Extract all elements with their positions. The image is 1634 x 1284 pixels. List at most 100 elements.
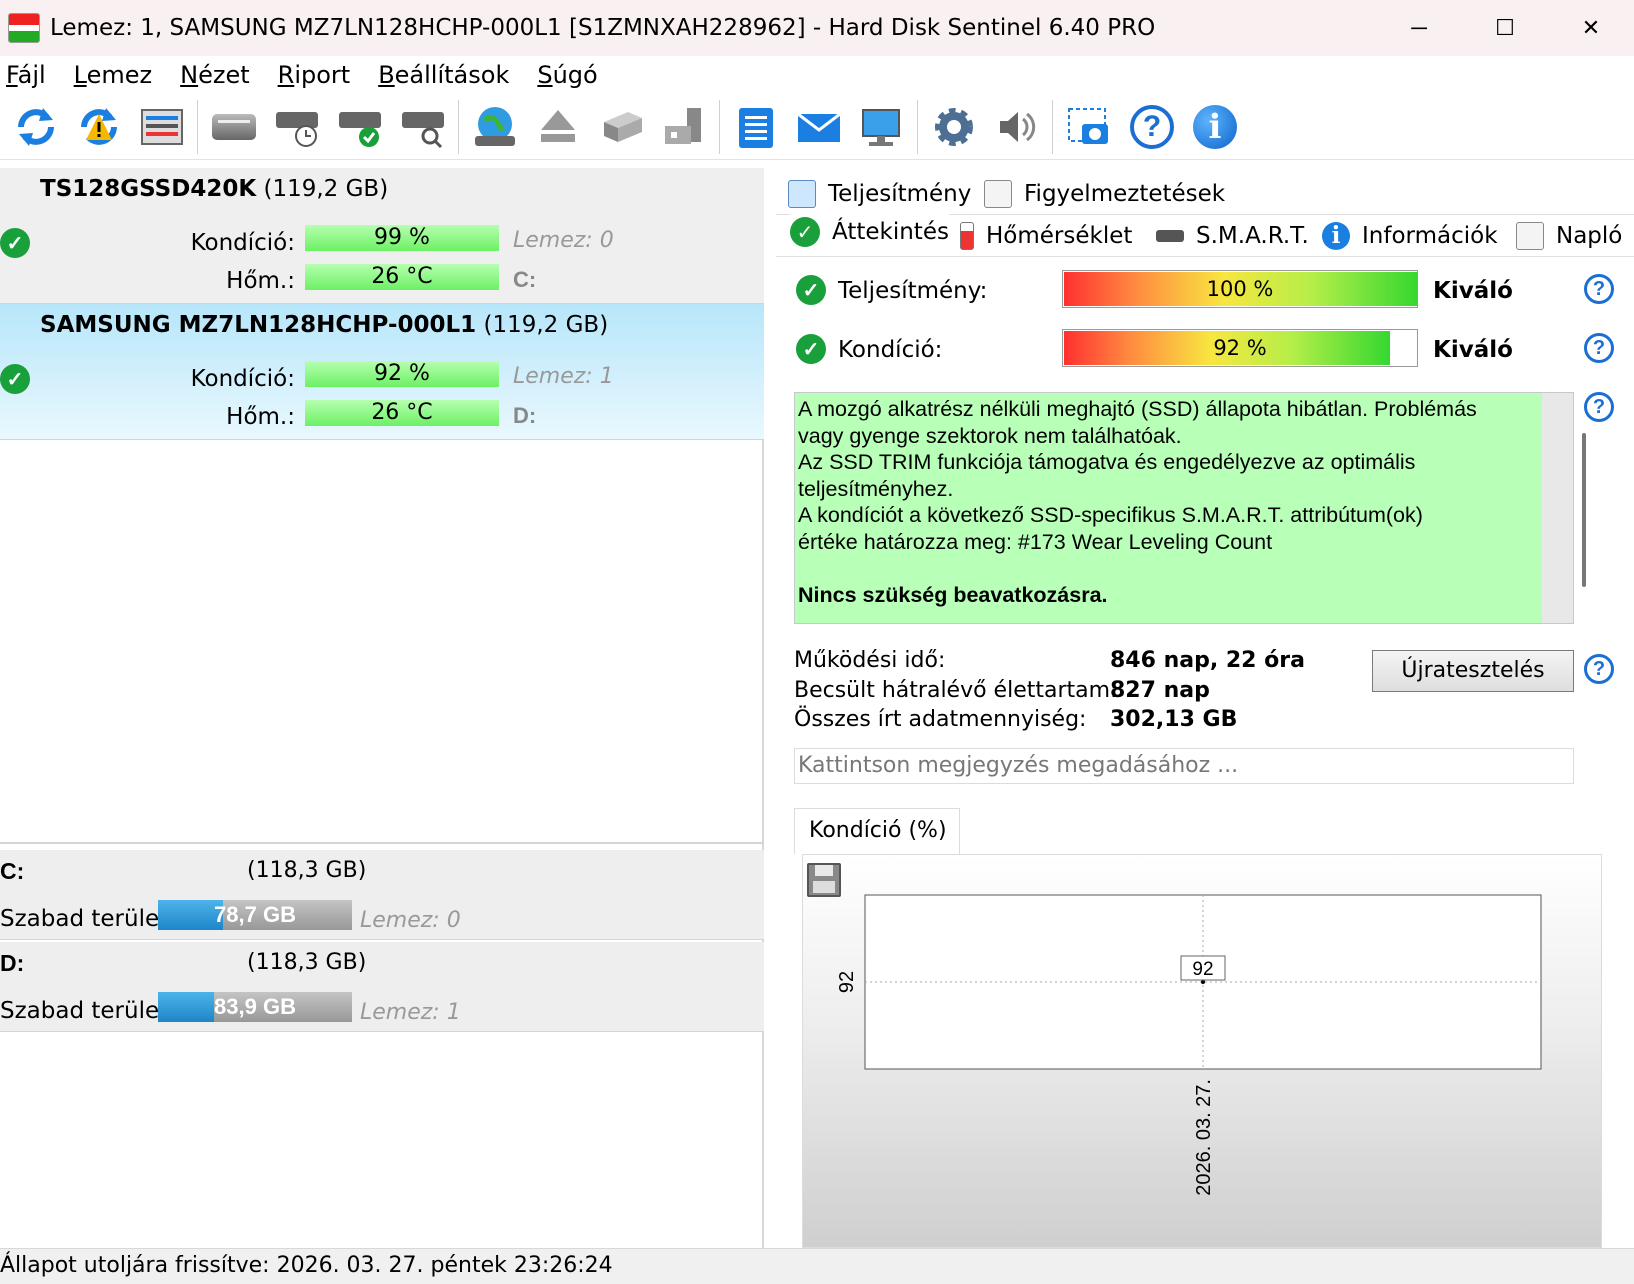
help-icon[interactable]: ? xyxy=(1584,392,1614,422)
volume-entry-c[interactable]: C: (118,3 GB) Szabad terület 78,7 GB Lem… xyxy=(0,850,764,940)
disk-ref: Lemez: 1 xyxy=(513,364,614,389)
chart-tab-condition[interactable]: Kondíció (%) xyxy=(794,808,960,854)
info-icon[interactable]: i xyxy=(1190,101,1240,153)
gear-icon[interactable] xyxy=(929,101,979,153)
drive-letter: D: xyxy=(513,403,537,428)
disk-entry-0[interactable]: TS128GSSD420K (119,2 GB) ✓ Kondíció: 99 … xyxy=(0,168,764,304)
condition-bar: 92 % xyxy=(1062,329,1418,367)
data-label: 92 xyxy=(1192,959,1213,980)
document-icon xyxy=(1516,222,1544,250)
refresh-warning-icon[interactable] xyxy=(74,101,124,153)
tab-warnings[interactable]: Figyelmeztetések xyxy=(984,174,1225,214)
help-icon[interactable]: ? xyxy=(1584,654,1614,684)
window-title: Lemez: 1, SAMSUNG MZ7LN128HCHP-000L1 [S1… xyxy=(50,15,1156,41)
disk-timer-icon[interactable] xyxy=(272,101,322,153)
retest-button[interactable]: Újratesztelés xyxy=(1372,650,1574,692)
tab-label: Hőmérséklet xyxy=(986,223,1133,249)
menu-help[interactable]: Súgó xyxy=(537,61,597,89)
condition-rating: Kiváló xyxy=(1433,337,1513,363)
message-line: A mozgó alkatrész nélküli meghajtó (SSD)… xyxy=(798,397,1477,421)
condition-chart: 92 92 2026. 03. 27. xyxy=(802,854,1602,1248)
disk-name: TS128GSSD420K xyxy=(40,176,257,202)
menu-report[interactable]: Riport xyxy=(278,61,351,89)
tab-label: Figyelmeztetések xyxy=(1024,181,1226,207)
maximize-button[interactable]: ☐ xyxy=(1462,0,1548,56)
message-scrollbar[interactable] xyxy=(1582,433,1586,587)
tab-label: Teljesítmény xyxy=(828,181,972,207)
free-space-value: 83,9 GB xyxy=(214,994,296,1019)
condition-label: Kondíció: xyxy=(838,337,943,363)
volume-size: (118,3 GB) xyxy=(247,858,367,883)
message-line: értéke határozza meg: #173 Wear Leveling… xyxy=(798,529,1273,554)
y-tick-label: 92 xyxy=(836,971,858,993)
speaker-icon[interactable] xyxy=(992,101,1042,153)
volume-entry-d[interactable]: D: (118,3 GB) Szabad terület 83,9 GB Lem… xyxy=(0,942,764,1032)
menu-disk[interactable]: Lemez xyxy=(74,61,152,89)
chart-icon xyxy=(788,180,816,208)
performance-rating: Kiváló xyxy=(1433,278,1513,304)
temp-label: Hőm.: xyxy=(226,404,295,430)
tab-overview[interactable]: ✓ Áttekintés xyxy=(790,212,949,252)
document-icon xyxy=(984,180,1012,208)
condition-label: Kondíció: xyxy=(190,230,295,256)
tab-label: S.M.A.R.T. xyxy=(1196,223,1309,249)
tab-label: Napló xyxy=(1556,223,1623,249)
monitor-icon[interactable] xyxy=(857,101,907,153)
disk-entry-1[interactable]: SAMSUNG MZ7LN128HCHP-000L1 (119,2 GB) ✓ … xyxy=(0,304,764,440)
disk-ref: Lemez: 1 xyxy=(360,1000,461,1025)
x-tick-label: 2026. 03. 27. xyxy=(1193,1079,1215,1196)
performance-bar: 100 % xyxy=(1062,270,1418,308)
menu-file[interactable]: Fájl xyxy=(6,61,46,89)
toolbar-separator xyxy=(917,99,918,154)
notepad-icon[interactable] xyxy=(731,101,781,153)
minimize-button[interactable]: ─ xyxy=(1376,0,1462,56)
help-icon[interactable]: ? xyxy=(1584,274,1614,304)
disk-name: SAMSUNG MZ7LN128HCHP-000L1 xyxy=(40,312,477,338)
panel-divider xyxy=(0,842,764,844)
tab-log[interactable]: Napló xyxy=(1516,216,1622,256)
drive-list-icon[interactable] xyxy=(137,101,187,153)
tab-divider xyxy=(776,256,1634,257)
screenshot-icon[interactable] xyxy=(1064,101,1114,153)
disk-tools-icon[interactable] xyxy=(659,101,709,153)
temp-bar: 26 °C xyxy=(305,400,499,426)
eject-icon[interactable] xyxy=(533,101,583,153)
free-space-bar: 78,7 GB xyxy=(158,900,352,930)
ok-check-icon: ✓ xyxy=(790,217,820,247)
condition-bar: 92 % xyxy=(305,361,499,387)
tab-smart[interactable]: S.M.A.R.T. xyxy=(1156,216,1309,256)
temp-bar: 26 °C xyxy=(305,264,499,290)
info-icon: i xyxy=(1322,222,1350,250)
menu-settings[interactable]: Beállítások xyxy=(378,61,509,89)
close-button[interactable]: ✕ xyxy=(1548,0,1634,56)
status-message: A mozgó alkatrész nélküli meghajtó (SSD)… xyxy=(795,393,1542,623)
tab-temperature[interactable]: Hőmérséklet xyxy=(960,216,1132,256)
help-icon[interactable]: ? xyxy=(1584,333,1614,363)
message-conclusion: Nincs szükség beavatkozásra. xyxy=(798,582,1108,607)
disk-search-icon[interactable] xyxy=(398,101,448,153)
free-space-value: 78,7 GB xyxy=(214,902,296,927)
thermometer-icon xyxy=(960,222,974,250)
status-text: Állapot utoljára frissítve: 2026. 03. 27… xyxy=(0,1253,613,1278)
globe-disk-icon[interactable] xyxy=(470,101,520,153)
note-input[interactable]: Kattintson megjegyzés megadásához ... xyxy=(794,748,1574,784)
tab-label: Áttekintés xyxy=(832,219,949,245)
disk-ref: Lemez: 0 xyxy=(360,908,461,933)
disk-title: SAMSUNG MZ7LN128HCHP-000L1 (119,2 GB) xyxy=(40,312,608,338)
help-icon[interactable]: ? xyxy=(1127,101,1177,153)
disk-module-icon[interactable] xyxy=(596,101,646,153)
free-space-label: Szabad terület xyxy=(0,906,169,932)
uptime-label: Működési idő: xyxy=(794,648,946,673)
tab-performance[interactable]: Teljesítmény xyxy=(788,174,971,214)
menu-view[interactable]: Nézet xyxy=(180,61,250,89)
message-line: vagy gyenge szektorok nem találhatóak. xyxy=(798,423,1182,448)
disk-check-icon[interactable] xyxy=(335,101,385,153)
volume-size: (118,3 GB) xyxy=(247,950,367,975)
message-line: A kondíciót a következő SSD-specifikus S… xyxy=(798,503,1423,527)
volume-letter: D: xyxy=(0,950,25,976)
tab-information[interactable]: i Információk xyxy=(1322,216,1498,256)
refresh-icon[interactable] xyxy=(11,101,61,153)
mail-icon[interactable] xyxy=(794,101,844,153)
details-panel: Teljesítmény Figyelmeztetések ✓ Áttekinté… xyxy=(766,168,1634,1248)
disk-surface-icon[interactable] xyxy=(209,101,259,153)
